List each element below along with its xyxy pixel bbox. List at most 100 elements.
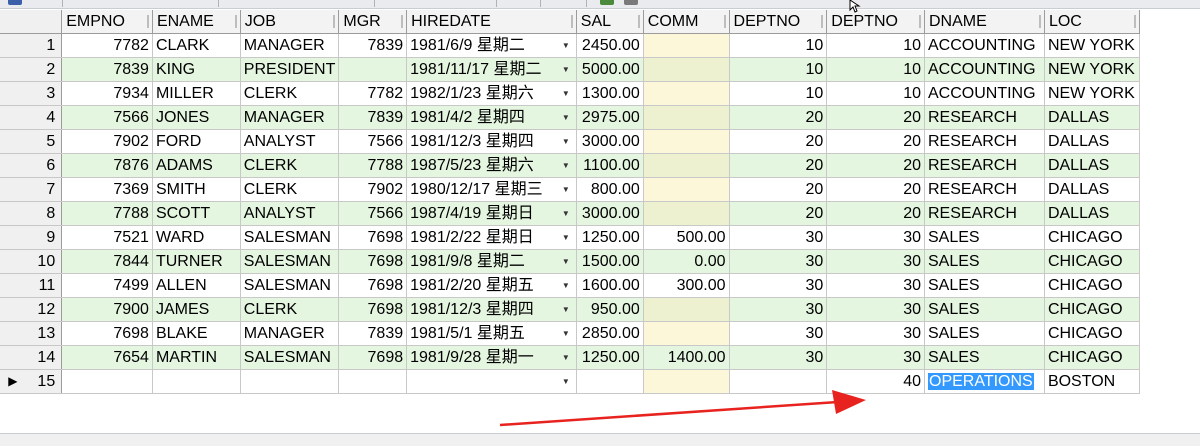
- cell-deptno-dept[interactable]: 30: [826, 249, 925, 274]
- cell-mgr[interactable]: 7698: [338, 249, 408, 274]
- row-number[interactable]: 5: [25, 129, 63, 154]
- table-row[interactable]: 9 7521 WARD SALESMAN 7698 1981/2/22 星期日 ▼ 1250.…: [0, 225, 1141, 250]
- row-number-header[interactable]: [25, 10, 63, 34]
- cell-empno[interactable]: 7782: [61, 33, 153, 58]
- table-row[interactable]: 14 7654 MARTIN SALESMAN 7698 1981/9/28 星期一 ▼ 12…: [0, 345, 1141, 370]
- chevron-down-icon[interactable]: ▼: [562, 154, 570, 177]
- table-row[interactable]: 6 7876 ADAMS CLERK 7788 1987/5/23 星期六 ▼ 1100.00…: [0, 153, 1141, 178]
- cell-hiredate[interactable]: 1981/11/17 星期二 ▼: [406, 57, 577, 82]
- cell-empno[interactable]: 7369: [61, 177, 153, 202]
- row-number[interactable]: 2: [25, 57, 63, 82]
- column-header-dname[interactable]: DNAME: [924, 10, 1045, 34]
- column-header-mgr[interactable]: MGR: [338, 10, 408, 34]
- chevron-down-icon[interactable]: ▼: [562, 106, 570, 129]
- table-row[interactable]: 7 7369 SMITH CLERK 7902 1980/12/17 星期三 ▼ 800.00…: [0, 177, 1141, 202]
- cell-hiredate[interactable]: 1981/12/3 星期四 ▼: [406, 129, 577, 154]
- cell-deptno-dept[interactable]: 10: [826, 57, 925, 82]
- cell-loc[interactable]: CHICAGO: [1044, 297, 1141, 322]
- cell-deptno[interactable]: [729, 369, 828, 394]
- cell-sal[interactable]: 3000.00: [576, 201, 644, 226]
- column-header-deptno-dept[interactable]: DEPTNO: [826, 10, 925, 34]
- row-number[interactable]: 7: [25, 177, 63, 202]
- cell-dname[interactable]: SALES: [924, 249, 1045, 274]
- cell-mgr[interactable]: 7839: [338, 33, 408, 58]
- cell-empno[interactable]: 7876: [61, 153, 153, 178]
- cell-deptno-dept[interactable]: 30: [826, 273, 925, 298]
- cell-comm[interactable]: [643, 57, 730, 82]
- cell-hiredate[interactable]: 1981/2/22 星期日 ▼: [406, 225, 577, 250]
- row-number[interactable]: 9: [25, 225, 63, 250]
- cell-ename[interactable]: ALLEN: [152, 273, 241, 298]
- cell-dname[interactable]: SALES: [924, 321, 1045, 346]
- cell-empno[interactable]: 7566: [61, 105, 153, 130]
- cell-ename[interactable]: ADAMS: [152, 153, 241, 178]
- cell-deptno[interactable]: 30: [729, 345, 828, 370]
- chevron-down-icon[interactable]: ▼: [562, 178, 570, 201]
- row-number[interactable]: 1: [25, 33, 63, 58]
- chevron-down-icon[interactable]: ▼: [562, 370, 570, 393]
- cell-deptno-dept[interactable]: 30: [826, 321, 925, 346]
- cell-deptno-dept[interactable]: 20: [826, 201, 925, 226]
- cell-sal[interactable]: 1500.00: [576, 249, 644, 274]
- toolbar-grid-icon[interactable]: [8, 0, 22, 5]
- cell-loc[interactable]: NEW YORK: [1044, 33, 1141, 58]
- cell-mgr[interactable]: 7698: [338, 225, 408, 250]
- chevron-down-icon[interactable]: ▼: [562, 250, 570, 273]
- cell-hiredate[interactable]: 1981/5/1 星期五 ▼: [406, 321, 577, 346]
- table-row[interactable]: 2 7839 KING PRESIDENT 1981/11/17 星期二 ▼ 5000.00…: [0, 57, 1141, 82]
- cell-comm[interactable]: [643, 177, 730, 202]
- table-row[interactable]: 10 7844 TURNER SALESMAN 7698 1981/9/8 星期二 ▼ 150…: [0, 249, 1141, 274]
- cell-hiredate[interactable]: 1982/1/23 星期六 ▼: [406, 81, 577, 106]
- row-number[interactable]: 3: [25, 81, 63, 106]
- cell-comm[interactable]: [643, 321, 730, 346]
- cell-ename[interactable]: WARD: [152, 225, 241, 250]
- chevron-down-icon[interactable]: ▼: [562, 322, 570, 345]
- column-header-job[interactable]: JOB: [240, 10, 340, 34]
- cell-dname[interactable]: SALES: [924, 297, 1045, 322]
- table-row[interactable]: 3 7934 MILLER CLERK 7782 1982/1/23 星期六 ▼ 1300.0…: [0, 81, 1141, 106]
- row-number[interactable]: 13: [25, 321, 63, 346]
- table-row[interactable]: ▶ 15 ▼ 40 OPERATIONS BOSTON: [0, 369, 1141, 394]
- cell-deptno[interactable]: 20: [729, 129, 828, 154]
- cell-sal[interactable]: 2450.00: [576, 33, 644, 58]
- column-header-empno[interactable]: EMPNO: [61, 10, 153, 34]
- cell-deptno-dept[interactable]: 20: [826, 153, 925, 178]
- cell-empno[interactable]: 7698: [61, 321, 153, 346]
- cell-loc[interactable]: CHICAGO: [1044, 345, 1141, 370]
- cell-comm[interactable]: [643, 33, 730, 58]
- cell-empno[interactable]: 7902: [61, 129, 153, 154]
- cell-loc[interactable]: CHICAGO: [1044, 273, 1141, 298]
- row-number[interactable]: 6: [25, 153, 63, 178]
- cell-empno[interactable]: 7934: [61, 81, 153, 106]
- row-number[interactable]: 10: [25, 249, 63, 274]
- cell-mgr[interactable]: [338, 369, 408, 394]
- row-number[interactable]: 11: [25, 273, 63, 298]
- cell-job[interactable]: CLERK: [240, 177, 340, 202]
- row-indicator-cell[interactable]: [0, 249, 26, 274]
- current-row-arrow-icon[interactable]: ▶: [0, 369, 26, 394]
- cell-job[interactable]: MANAGER: [240, 105, 340, 130]
- cell-ename[interactable]: [152, 369, 241, 394]
- corner-cell[interactable]: [0, 10, 26, 34]
- cell-hiredate[interactable]: 1981/9/8 星期二 ▼: [406, 249, 577, 274]
- cell-hiredate[interactable]: 1981/6/9 星期二 ▼: [406, 33, 577, 58]
- cell-deptno[interactable]: 30: [729, 297, 828, 322]
- column-header-sal[interactable]: SAL: [576, 10, 644, 34]
- cell-loc[interactable]: DALLAS: [1044, 201, 1141, 226]
- table-row[interactable]: 5 7902 FORD ANALYST 7566 1981/12/3 星期四 ▼ 3000.0…: [0, 129, 1141, 154]
- cell-empno[interactable]: 7521: [61, 225, 153, 250]
- cell-deptno-dept[interactable]: 10: [826, 33, 925, 58]
- cell-job[interactable]: SALESMAN: [240, 249, 340, 274]
- cell-job[interactable]: CLERK: [240, 153, 340, 178]
- table-row[interactable]: 12 7900 JAMES CLERK 7698 1981/12/3 星期四 ▼ 950.00…: [0, 297, 1141, 322]
- cell-loc[interactable]: DALLAS: [1044, 105, 1141, 130]
- cell-sal[interactable]: 1300.00: [576, 81, 644, 106]
- cell-ename[interactable]: FORD: [152, 129, 241, 154]
- row-number[interactable]: 8: [25, 201, 63, 226]
- cell-ename[interactable]: SCOTT: [152, 201, 241, 226]
- row-indicator-cell[interactable]: [0, 297, 26, 322]
- cell-comm[interactable]: [643, 81, 730, 106]
- cell-sal[interactable]: 1250.00: [576, 345, 644, 370]
- row-number[interactable]: 14: [25, 345, 63, 370]
- toolbar-rollback-icon[interactable]: [624, 0, 638, 5]
